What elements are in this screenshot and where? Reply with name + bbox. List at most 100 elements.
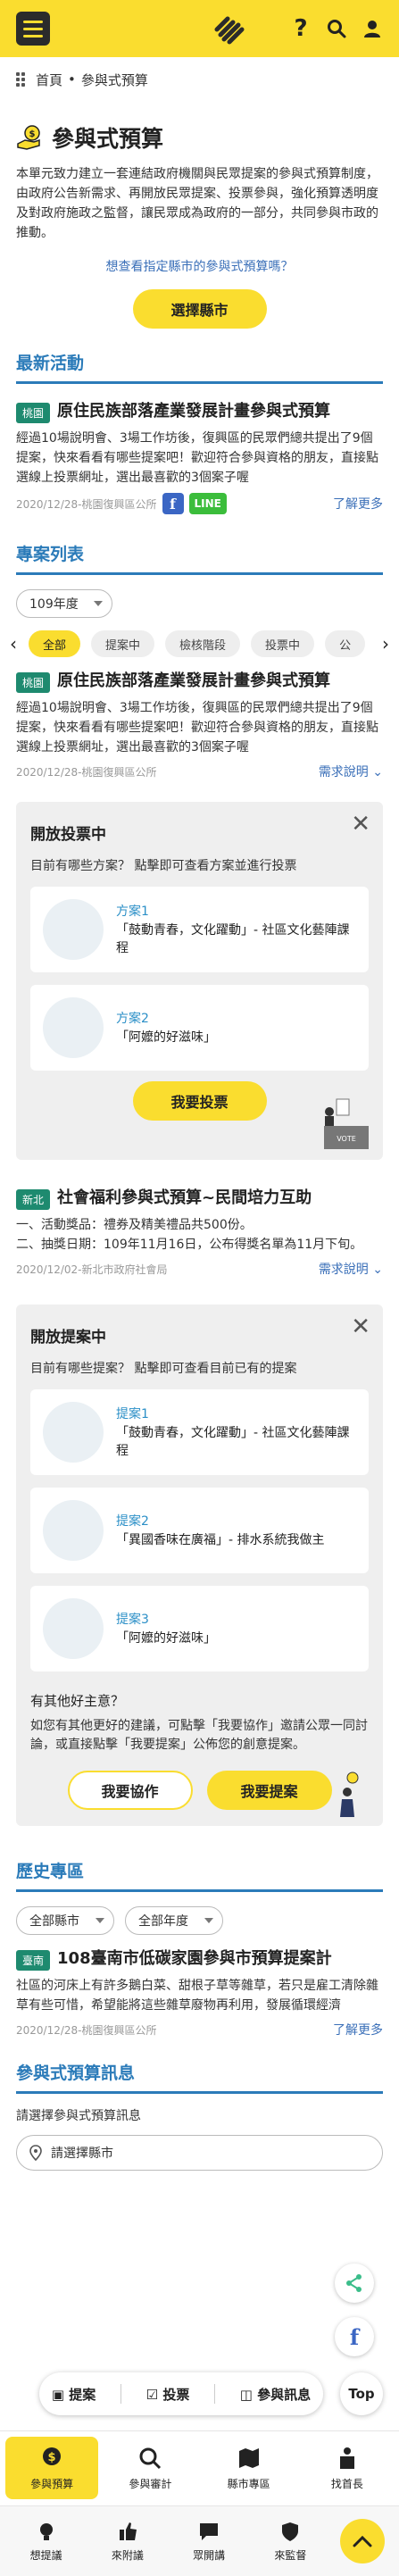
option-label: 提案2	[116, 1514, 149, 1529]
chevron-right-icon[interactable]: ›	[378, 633, 394, 654]
page-title-row: $ 參與式預算	[0, 102, 399, 164]
close-icon[interactable]: ✕	[351, 813, 370, 836]
year-select[interactable]: 109年度	[16, 589, 112, 618]
card-date: 2020/12/28-桃園復興區公所	[16, 497, 157, 511]
card-title[interactable]: 原住民族部落產業發展計畫參與式預算	[57, 670, 330, 693]
card-title[interactable]: 108臺南市低碳家園參與市預算提案計	[57, 1947, 332, 1971]
search-icon[interactable]	[326, 18, 347, 39]
ballot-box-icon: VOTE	[324, 1098, 369, 1149]
history-city-select[interactable]: 全部縣市	[16, 1906, 114, 1935]
proposal-heading: 開放提案中	[30, 1329, 106, 1346]
filter-pill-voting[interactable]: 投票中	[251, 630, 315, 657]
svg-text:$: $	[29, 129, 36, 139]
quick-propose[interactable]: ▣ 提案	[52, 2385, 96, 2404]
scroll-up-button[interactable]	[340, 2519, 385, 2563]
requirement-link[interactable]: 需求說明 ⌄	[319, 1260, 383, 1278]
tab-participatory-budget[interactable]: $ 參與預算	[5, 2437, 99, 2499]
back-to-top-button[interactable]: Top	[340, 2372, 383, 2415]
card-desc: 一、活動獎品：禮券及精美禮品共500份。 二、抽獎日期：109年11月16日，公…	[16, 1218, 363, 1252]
quick-vote[interactable]: ☑ 投票	[146, 2385, 190, 2404]
caret-down-icon	[96, 1918, 104, 1923]
breadcrumb-home[interactable]: 首頁	[36, 71, 62, 89]
tab-participatory-audit[interactable]: 參與審計	[104, 2437, 196, 2499]
option-label: 提案3	[116, 1613, 149, 1627]
requirement-link[interactable]: 需求說明 ⌄	[319, 763, 383, 780]
select-city-button[interactable]: 選擇縣市	[132, 289, 267, 329]
latest-heading: 最新活動	[16, 354, 85, 373]
option-title: 「鼓動青春，文化躍動」- 社區文化藝陣課程	[116, 923, 350, 955]
idea-person-icon	[340, 1772, 359, 1817]
designated-city-link[interactable]: 想查看指定縣市的參與式預算嗎？	[0, 257, 399, 275]
voting-panel: ✕ 開放投票中 目前有哪些方案？ 點擊即可查看方案並進行投票 方案1 「鼓動青春…	[16, 802, 383, 1160]
project-card[interactable]: 新北 社會福利參與式預算~民間培力互助 一、活動獎品：禮券及精美禮品共500份。…	[0, 1160, 399, 1278]
region-badge: 新北	[16, 1189, 51, 1210]
page-intro: 本單元致力建立一套連結政府機關與民眾提案的參與式預算制度，由政府公告新需求、再開…	[16, 167, 378, 240]
status-filter-row: ‹ 全部 提案中 檢核階段 投票中 公 ›	[0, 630, 399, 657]
help-icon[interactable]: ?	[290, 15, 312, 42]
card-title[interactable]: 原住民族部落產業發展計畫參與式預算	[57, 400, 330, 423]
idea-text: 如您有其他更好的建議，可點擊「我要協作」邀請公眾一同討論，或直接點擊「我要提案」…	[30, 1719, 368, 1752]
top-header: ?	[0, 0, 399, 57]
facebook-icon[interactable]: f	[335, 2317, 374, 2356]
option-thumbnail	[43, 1500, 104, 1561]
history-card[interactable]: 臺南 108臺南市低碳家園參與市預算提案計 社區的河床上有許多鵝白菜、甜根子草等…	[0, 1935, 399, 2038]
proposal-option[interactable]: 提案1 「鼓動青春，文化躍動」- 社區文化藝陣課程	[30, 1389, 369, 1475]
proposal-subtitle: 目前有哪些提案？ 點擊即可查看目前已有的提案	[30, 1362, 297, 1376]
close-icon[interactable]: ✕	[351, 1315, 370, 1338]
user-icon[interactable]	[362, 18, 383, 39]
caret-down-icon	[204, 1918, 213, 1923]
project-card[interactable]: 桃園 原住民族部落產業發展計畫參與式預算 經過10場說明會、3場工作坊後，復興區…	[0, 657, 399, 780]
learn-more-link[interactable]: 了解更多	[333, 495, 383, 513]
year-select-value: 109年度	[29, 597, 79, 612]
projects-heading: 專案列表	[16, 545, 85, 564]
proposal-option[interactable]: 提案2 「異國香味在廣福」- 排水系統我做主	[30, 1488, 369, 1573]
proposal-option[interactable]: 提案3 「阿嬤的好滋味」	[30, 1586, 369, 1671]
tab-endorse[interactable]: 來附議	[87, 2521, 168, 2563]
card-title[interactable]: 社會福利參與式預算~民間培力互助	[57, 1187, 312, 1210]
collaborate-button[interactable]: 我要協作	[67, 1771, 193, 1810]
option-thumbnail	[43, 899, 104, 960]
history-year-select[interactable]: 全部年度	[125, 1906, 223, 1935]
tab-city-zone[interactable]: 縣市專區	[203, 2437, 295, 2499]
vote-button[interactable]: 我要投票	[132, 1081, 267, 1121]
card-desc: 社區的河床上有許多鵝白菜、甜根子草等雜草，若只是雇工清除雜草有些可惜，希望能將這…	[16, 1979, 378, 2013]
tab-find-mayor[interactable]: 找首長	[301, 2437, 394, 2499]
card-date: 2020/12/28-桃園復興區公所	[16, 2023, 157, 2037]
learn-more-link[interactable]: 了解更多	[333, 2021, 383, 2038]
propose-button[interactable]: 我要提案	[206, 1771, 332, 1810]
filter-pill-all[interactable]: 全部	[29, 630, 81, 657]
voting-heading: 開放投票中	[30, 826, 106, 844]
menu-icon[interactable]	[16, 12, 50, 46]
vote-option[interactable]: 方案1 「鼓動青春，文化躍動」- 社區文化藝陣課程	[30, 887, 369, 972]
thumb-icon	[119, 2522, 137, 2540]
map-icon	[238, 2447, 259, 2468]
svg-text:$: $	[48, 2451, 56, 2464]
hand-logo[interactable]	[207, 7, 250, 50]
card-desc: 經過10場說明會、3場工作坊後，復興區的民眾們總共提出了9個提案，快來看看有哪些…	[16, 431, 378, 485]
city-select-input[interactable]: 請選擇縣市	[16, 2135, 383, 2171]
vote-option[interactable]: 方案2 「阿嬤的好滋味」	[30, 985, 369, 1071]
secondary-tab-bar: 想提議 來附議 眾開講 來監督	[0, 2505, 399, 2576]
facebook-share-icon[interactable]: f	[162, 493, 184, 514]
tab-propose-idea[interactable]: 想提議	[5, 2521, 87, 2563]
tab-supervise[interactable]: 來監督	[250, 2521, 331, 2563]
filter-pill-announce[interactable]: 公	[325, 630, 366, 657]
region-badge: 桃園	[16, 403, 51, 423]
filter-pill-proposing[interactable]: 提案中	[91, 630, 155, 657]
caret-down-icon	[94, 601, 103, 606]
region-badge: 桃園	[16, 672, 51, 693]
filter-pill-review[interactable]: 檢核階段	[165, 630, 241, 657]
select-value: 全部縣市	[29, 1914, 79, 1929]
shield-icon	[282, 2522, 299, 2541]
latest-card[interactable]: 桃園 原住民族部落產業發展計畫參與式預算 經過10場說明會、3場工作坊後，復興區…	[0, 384, 399, 514]
tab-discussion[interactable]: 眾開講	[169, 2521, 250, 2563]
share-icon[interactable]	[335, 2263, 374, 2303]
page-title: 參與式預算	[52, 126, 164, 152]
quick-info[interactable]: ◫ 參與訊息	[240, 2385, 311, 2404]
line-share-icon[interactable]: LINE	[188, 493, 227, 514]
dollar-icon: $	[43, 2447, 62, 2465]
chevron-left-icon[interactable]: ‹	[5, 633, 21, 654]
option-label: 方案2	[116, 1012, 149, 1026]
option-title: 「鼓動青春，文化躍動」- 社區文化藝陣課程	[116, 1426, 350, 1458]
location-pin-icon	[29, 2145, 42, 2161]
